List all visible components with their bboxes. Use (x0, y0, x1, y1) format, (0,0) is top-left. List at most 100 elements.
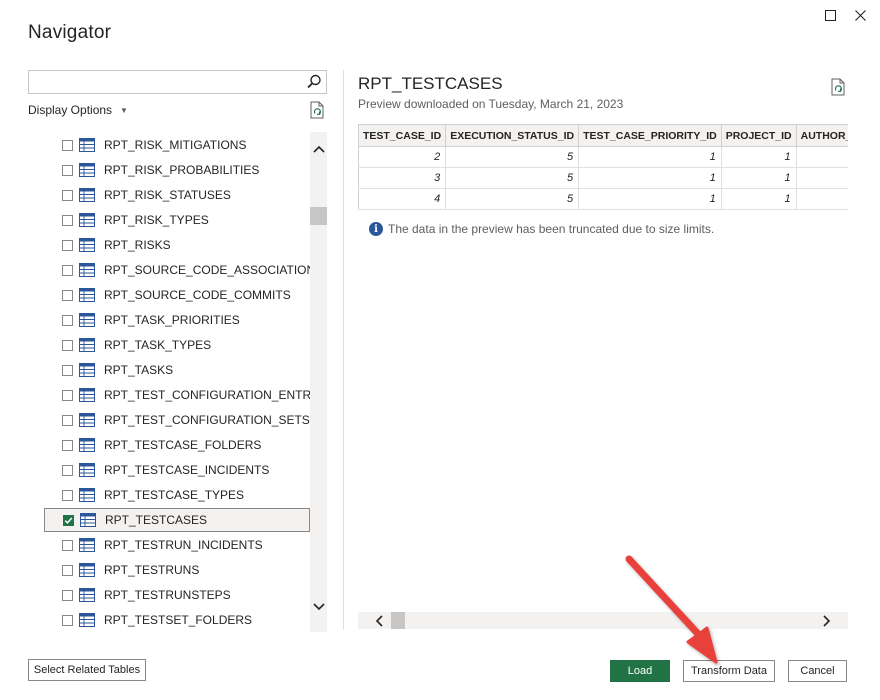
close-icon (854, 9, 866, 21)
load-button[interactable]: Load (610, 660, 670, 682)
checkbox[interactable] (62, 289, 73, 301)
checkbox[interactable] (62, 614, 73, 626)
checkbox[interactable] (62, 489, 73, 501)
tree-item[interactable]: RPT_TESTRUN_INCIDENTS (44, 533, 309, 557)
maximize-button[interactable] (819, 4, 841, 26)
tree-item[interactable]: RPT_RISK_TYPES (44, 208, 309, 232)
preview-subtitle: Preview downloaded on Tuesday, March 21,… (358, 97, 624, 111)
search-input[interactable] (29, 71, 299, 93)
tree-item[interactable]: RPT_TEST_CONFIGURATION_ENTRIES (44, 383, 327, 407)
tree-item[interactable]: RPT_TASK_TYPES (44, 333, 309, 357)
table-cell: 1 (720, 146, 797, 168)
search-box[interactable] (28, 70, 327, 94)
tree-item[interactable]: RPT_RISK_MITIGATIONS (44, 133, 309, 157)
table-icon (79, 438, 95, 452)
tree-item[interactable]: RPT_SOURCE_CODE_ASSOCIATIONS (44, 258, 323, 282)
table-icon (79, 538, 95, 552)
tree-item[interactable]: RPT_TESTSET_FOLDERS (44, 608, 309, 632)
checkbox[interactable] (62, 564, 73, 576)
search-icon[interactable] (305, 73, 323, 91)
table-cell: 5 (445, 146, 580, 168)
checkbox[interactable] (62, 589, 73, 601)
tree-item-label: RPT_TASK_TYPES (104, 338, 212, 352)
table-icon (79, 138, 95, 152)
checkbox[interactable] (62, 339, 73, 351)
table-cell: 3 (358, 167, 447, 189)
tree-item[interactable]: RPT_SOURCE_CODE_COMMITS (44, 283, 309, 307)
tree-item[interactable]: RPT_RISK_PROBABILITIES (44, 158, 309, 182)
scroll-down-button[interactable] (310, 598, 327, 615)
checkbox[interactable] (62, 539, 73, 551)
table-cell: 2 (358, 146, 447, 168)
checkbox[interactable] (62, 189, 73, 201)
table-row: 3511 (358, 167, 848, 189)
tree-item-label: RPT_TESTCASE_INCIDENTS (104, 463, 270, 477)
checkbox[interactable] (62, 239, 73, 251)
table-icon (79, 188, 95, 202)
tree-item[interactable]: RPT_RISK_STATUSES (44, 183, 309, 207)
tree-item[interactable]: RPT_TESTCASE_FOLDERS (44, 433, 309, 457)
tree-item-label: RPT_TEST_CONFIGURATION_ENTRIES (104, 388, 327, 402)
scroll-left-button[interactable] (370, 612, 387, 629)
scroll-up-button[interactable] (310, 140, 327, 157)
column-header[interactable]: AUTHOR_ID (795, 124, 848, 147)
table-cell (795, 146, 848, 168)
scroll-thumb[interactable] (310, 207, 327, 225)
tree-item[interactable]: RPT_TESTCASE_INCIDENTS (44, 458, 309, 482)
column-header[interactable]: TEST_CASE_PRIORITY_ID (578, 124, 722, 147)
checkbox[interactable] (62, 214, 73, 226)
preview-horizontal-scrollbar[interactable] (358, 612, 848, 629)
chevron-right-icon (822, 614, 830, 627)
tree-item-label: RPT_TESTSET_FOLDERS (104, 613, 253, 627)
tree-item-label: RPT_RISK_PROBABILITIES (104, 163, 260, 177)
display-options-label: Display Options (28, 103, 113, 117)
tree-item[interactable]: RPT_TESTRUNSTEPS (44, 583, 309, 607)
display-options-dropdown[interactable]: Display Options ▼ (28, 103, 128, 117)
table-cell: 1 (578, 167, 722, 189)
pane-divider (343, 70, 344, 630)
table-icon (79, 163, 95, 177)
chevron-down-icon (312, 602, 325, 610)
table-row: 4511 (358, 188, 848, 210)
column-header[interactable]: EXECUTION_STATUS_ID (445, 124, 580, 147)
table-cell: 1 (578, 146, 722, 168)
table-icon (79, 213, 95, 227)
table-cell (795, 167, 848, 189)
scroll-right-button[interactable] (818, 612, 835, 629)
tree-item[interactable]: RPT_TESTRUNS (44, 558, 309, 582)
column-header[interactable]: PROJECT_ID (720, 124, 797, 147)
table-cell (795, 188, 848, 210)
maximize-icon (824, 9, 836, 21)
column-header[interactable]: TEST_CASE_ID (358, 124, 447, 147)
checkbox[interactable] (62, 139, 73, 151)
select-related-tables-button[interactable]: Select Related Tables (28, 659, 146, 681)
checkbox[interactable] (62, 439, 73, 451)
table-icon (79, 588, 95, 602)
table-icon (79, 488, 95, 502)
horizontal-scroll-thumb[interactable] (391, 612, 405, 629)
transform-data-button[interactable]: Transform Data (683, 660, 775, 682)
table-icon (79, 338, 95, 352)
checkbox[interactable] (62, 264, 73, 276)
refresh-icon[interactable] (309, 101, 325, 119)
checkbox[interactable] (62, 314, 73, 326)
checkbox[interactable] (62, 164, 73, 176)
tree-item[interactable]: RPT_RISKS (44, 233, 309, 257)
checkbox[interactable] (62, 414, 73, 426)
checkbox[interactable] (62, 464, 73, 476)
cancel-button[interactable]: Cancel (788, 660, 847, 682)
close-button[interactable] (849, 4, 871, 26)
tree-item[interactable]: RPT_TEST_CONFIGURATION_SETS (44, 408, 310, 432)
tree-item[interactable]: RPT_TESTCASE_TYPES (44, 483, 309, 507)
checkbox-checked[interactable] (63, 514, 74, 526)
tree-scrollbar[interactable] (310, 132, 327, 632)
refresh-preview-icon[interactable] (830, 78, 846, 96)
tree-item[interactable]: RPT_TASK_PRIORITIES (44, 308, 309, 332)
tree-item[interactable]: RPT_TESTCASES (44, 508, 310, 532)
checkbox[interactable] (62, 364, 73, 376)
tree-item[interactable]: RPT_TASKS (44, 358, 309, 382)
table-cell: 4 (358, 188, 447, 210)
table-icon (79, 238, 95, 252)
tree-item-label: RPT_TESTCASE_TYPES (104, 488, 245, 502)
checkbox[interactable] (62, 389, 73, 401)
